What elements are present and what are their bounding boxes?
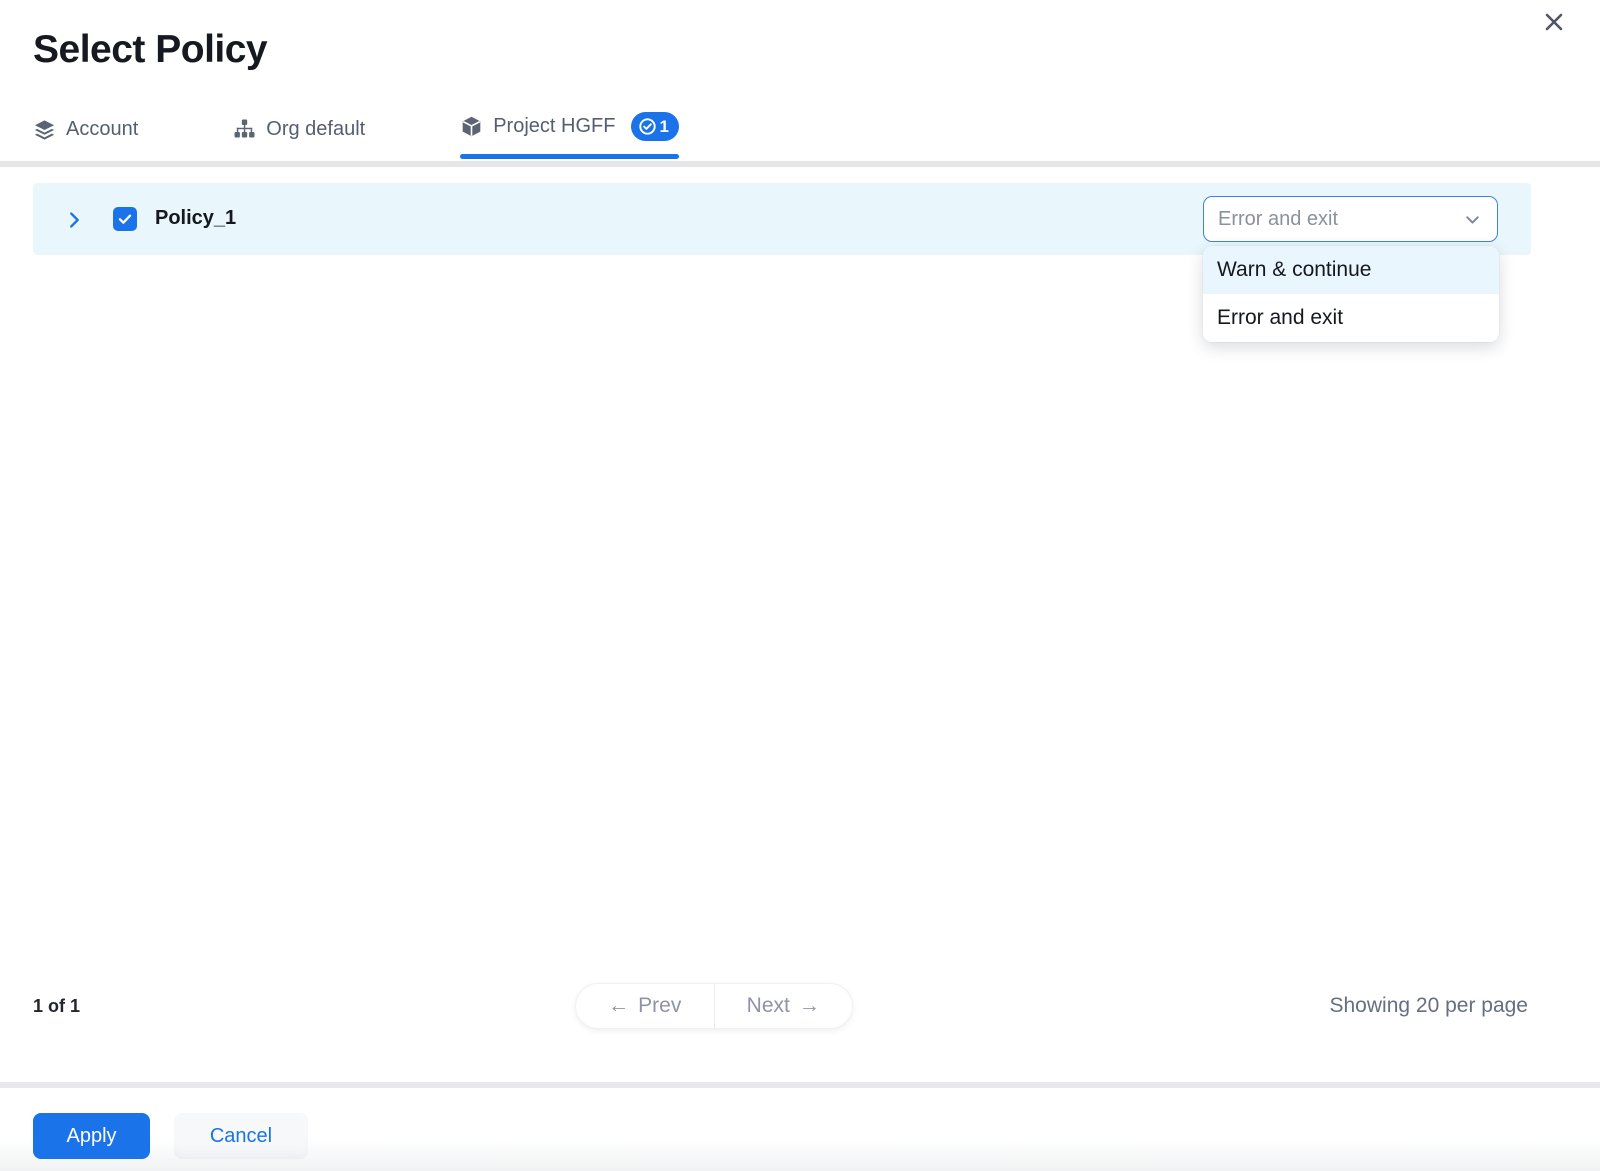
cube-icon bbox=[460, 115, 483, 138]
expand-row-button[interactable] bbox=[61, 207, 87, 233]
select-dropdown-menu: Warn & continue Error and exit bbox=[1203, 246, 1499, 342]
tab-label: Project HGFF bbox=[493, 115, 615, 138]
arrow-right-icon: → bbox=[799, 994, 820, 1018]
select-value: Error and exit bbox=[1218, 208, 1462, 231]
close-icon bbox=[1542, 10, 1566, 34]
tab-org-default[interactable]: Org default bbox=[233, 118, 365, 157]
prev-page-button[interactable]: ← Prev bbox=[576, 984, 715, 1028]
cancel-button[interactable]: Cancel bbox=[174, 1113, 308, 1159]
menu-option-error-exit[interactable]: Error and exit bbox=[1203, 294, 1499, 342]
tabs-divider bbox=[0, 161, 1600, 167]
tab-label: Account bbox=[66, 118, 138, 141]
apply-button[interactable]: Apply bbox=[33, 1113, 150, 1159]
tab-bar: Account Org default bbox=[33, 112, 679, 157]
footer: Apply Cancel bbox=[0, 1088, 1600, 1171]
tab-project-hgff[interactable]: Project HGFF 1 bbox=[460, 112, 679, 157]
policy-checkbox[interactable] bbox=[113, 207, 137, 231]
org-chart-icon bbox=[233, 118, 256, 141]
menu-option-warn-continue[interactable]: Warn & continue bbox=[1203, 246, 1499, 294]
next-label: Next bbox=[747, 994, 790, 1018]
checkbox-check-icon bbox=[117, 211, 133, 227]
selected-count-badge: 1 bbox=[631, 112, 678, 141]
page-info: 1 of 1 bbox=[33, 996, 80, 1017]
policy-action-select[interactable]: Error and exit bbox=[1203, 196, 1498, 242]
next-page-button[interactable]: Next → bbox=[715, 984, 853, 1028]
tab-label: Org default bbox=[266, 118, 365, 141]
close-button[interactable] bbox=[1538, 6, 1570, 38]
policy-name: Policy_1 bbox=[155, 207, 236, 230]
layers-icon bbox=[33, 118, 56, 141]
badge-count: 1 bbox=[659, 118, 668, 135]
page-title: Select Policy bbox=[33, 28, 267, 72]
chevron-down-icon bbox=[1462, 209, 1483, 230]
policy-row: Policy_1 Error and exit bbox=[33, 183, 1531, 255]
showing-per-page: Showing 20 per page bbox=[1330, 994, 1529, 1018]
chevron-right-icon bbox=[63, 209, 85, 231]
check-circle-icon bbox=[638, 117, 657, 136]
prev-label: Prev bbox=[638, 994, 681, 1018]
pagination-control: ← Prev Next → bbox=[575, 983, 853, 1029]
tab-account[interactable]: Account bbox=[33, 118, 138, 157]
select-policy-modal: Select Policy Account bbox=[0, 0, 1600, 1171]
arrow-left-icon: ← bbox=[608, 994, 629, 1018]
